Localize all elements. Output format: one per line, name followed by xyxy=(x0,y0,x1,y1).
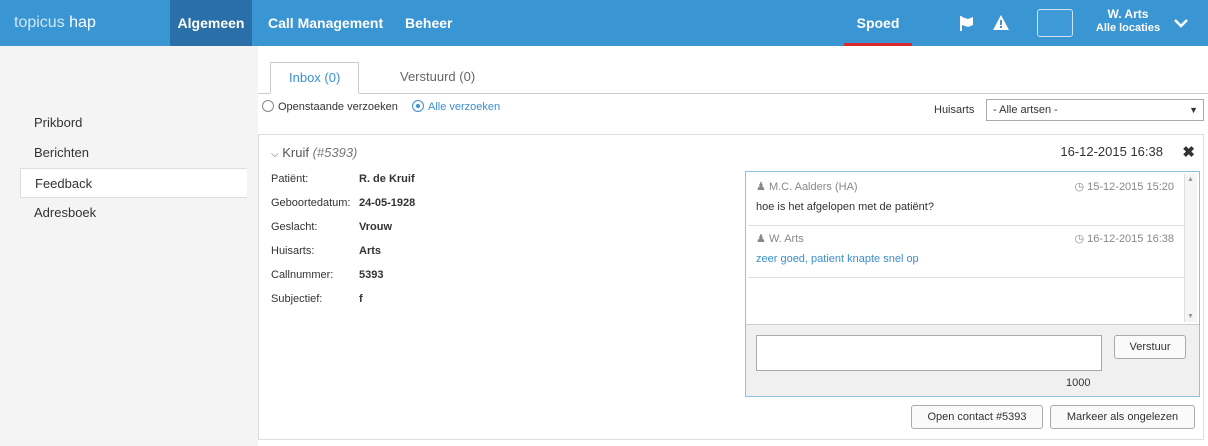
mark-unread-button[interactable]: Markeer als ongelezen xyxy=(1050,405,1195,429)
scroll-up-icon[interactable]: ▲ xyxy=(1187,176,1194,183)
huisarts-selected-value: - Alle artsen - xyxy=(993,104,1058,116)
message-composer: Verstuur 1000 xyxy=(746,324,1199,396)
sidebar-item-adresboek[interactable]: Adresboek xyxy=(20,198,247,228)
radio-openstaande[interactable] xyxy=(262,100,274,112)
chevron-down-icon[interactable]: ⌵ xyxy=(271,149,279,160)
brand-part1: topicus xyxy=(14,14,65,31)
user-icon: ♟ xyxy=(756,233,766,245)
detail-label: Geboortedatum: xyxy=(271,197,351,209)
message-time-value: 15-12-2015 15:20 xyxy=(1087,181,1174,193)
user-location: Alle locaties xyxy=(1095,22,1161,34)
sidebar-background xyxy=(0,46,258,446)
sidebar-item-berichten[interactable]: Berichten xyxy=(20,138,247,168)
sidebar-item-prikbord[interactable]: Prikbord xyxy=(20,108,247,138)
tab-inbox[interactable]: Inbox (0) xyxy=(270,62,360,94)
clock-icon: ◷ xyxy=(1074,181,1085,193)
huisarts-label: Huisarts xyxy=(934,104,975,116)
request-filter: Openstaande verzoeken Alle verzoeken xyxy=(262,100,500,113)
detail-label: Subjectief: xyxy=(271,293,323,305)
radio-alle-label[interactable]: Alle verzoeken xyxy=(428,101,500,113)
message-time: ◷ 15-12-2015 15:20 xyxy=(1074,180,1174,193)
message-time: ◷ 16-12-2015 16:38 xyxy=(1074,232,1174,245)
sidebar-item-feedback[interactable]: Feedback xyxy=(20,168,247,198)
detail-value: f xyxy=(359,293,363,305)
flag-icon[interactable] xyxy=(958,14,976,32)
message-item: ♟ W. Arts ◷ 16-12-2015 16:38 zeer goed, … xyxy=(748,226,1184,278)
detail-label: Patiënt: xyxy=(271,173,309,185)
scrollbar[interactable]: ▲ ▼ xyxy=(1184,174,1197,322)
radio-openstaande-label[interactable]: Openstaande verzoeken xyxy=(278,101,398,113)
detail-label: Huisarts: xyxy=(271,245,315,257)
card-datetime: 16-12-2015 16:38 xyxy=(1060,144,1163,159)
send-button[interactable]: Verstuur xyxy=(1114,335,1186,359)
message-sender-name: W. Arts xyxy=(768,233,804,245)
brand-part2: hap xyxy=(69,14,96,31)
scroll-down-icon[interactable]: ▼ xyxy=(1187,313,1194,320)
feedback-card: ⌵ Kruif (#5393) 16-12-2015 16:38 ✖ Patië… xyxy=(258,134,1204,440)
dropdown-arrow-icon: ▼ xyxy=(1189,105,1198,115)
message-list: ♟ M.C. Aalders (HA) ◷ 15-12-2015 15:20 h… xyxy=(748,174,1184,322)
detail-value: Arts xyxy=(359,245,382,257)
detail-label: Geslacht: xyxy=(271,221,318,233)
card-header[interactable]: ⌵ Kruif (#5393) xyxy=(271,145,357,160)
nav-call-management[interactable]: Call Management xyxy=(268,0,383,46)
character-counter: 1000 xyxy=(1066,377,1091,389)
nav-algemeen[interactable]: Algemeen xyxy=(170,0,252,46)
message-text: zeer goed, patient knapte snel op xyxy=(756,253,919,265)
brand-logo[interactable]: topicus hap xyxy=(14,0,96,46)
conversation-panel: ♟ M.C. Aalders (HA) ◷ 15-12-2015 15:20 h… xyxy=(745,171,1200,397)
card-patient-name: Kruif xyxy=(282,145,309,160)
message-sender-name: M.C. Aalders (HA) xyxy=(768,181,858,193)
tab-verstuurd[interactable]: Verstuurd (0) xyxy=(382,62,493,94)
message-input[interactable] xyxy=(756,335,1102,371)
user-menu[interactable]: W. Arts Alle locaties xyxy=(1088,7,1168,35)
user-icon: ♟ xyxy=(756,181,766,193)
open-contact-button[interactable]: Open contact #5393 xyxy=(911,405,1043,429)
detail-value: Vrouw xyxy=(359,221,393,233)
detail-value: 5393 xyxy=(359,269,384,281)
message-text: hoe is het afgelopen met de patiënt? xyxy=(756,201,934,213)
detail-value: R. de Kruif xyxy=(359,173,415,185)
spoed-button[interactable]: Spoed xyxy=(844,0,912,46)
huisarts-select[interactable]: - Alle artsen - ▼ xyxy=(986,99,1204,121)
quick-search-box[interactable] xyxy=(1037,9,1073,37)
card-call-number: (#5393) xyxy=(312,145,358,160)
close-icon[interactable]: ✖ xyxy=(1182,143,1195,161)
sidebar: Prikbord Berichten Feedback Adresboek xyxy=(20,108,247,228)
radio-alle[interactable] xyxy=(412,100,424,112)
warning-icon[interactable] xyxy=(992,14,1010,32)
detail-label: Callnummer: xyxy=(271,269,334,281)
clock-icon: ◷ xyxy=(1074,233,1085,245)
detail-value: 24-05-1928 xyxy=(359,197,416,209)
user-name: W. Arts xyxy=(1107,7,1149,21)
message-time-value: 16-12-2015 16:38 xyxy=(1087,233,1174,245)
nav-beheer[interactable]: Beheer xyxy=(405,0,452,46)
top-navigation-bar: topicus hap Algemeen Call Management Beh… xyxy=(0,0,1208,46)
chevron-down-icon[interactable] xyxy=(1172,14,1190,32)
message-item: ♟ M.C. Aalders (HA) ◷ 15-12-2015 15:20 h… xyxy=(748,174,1184,226)
